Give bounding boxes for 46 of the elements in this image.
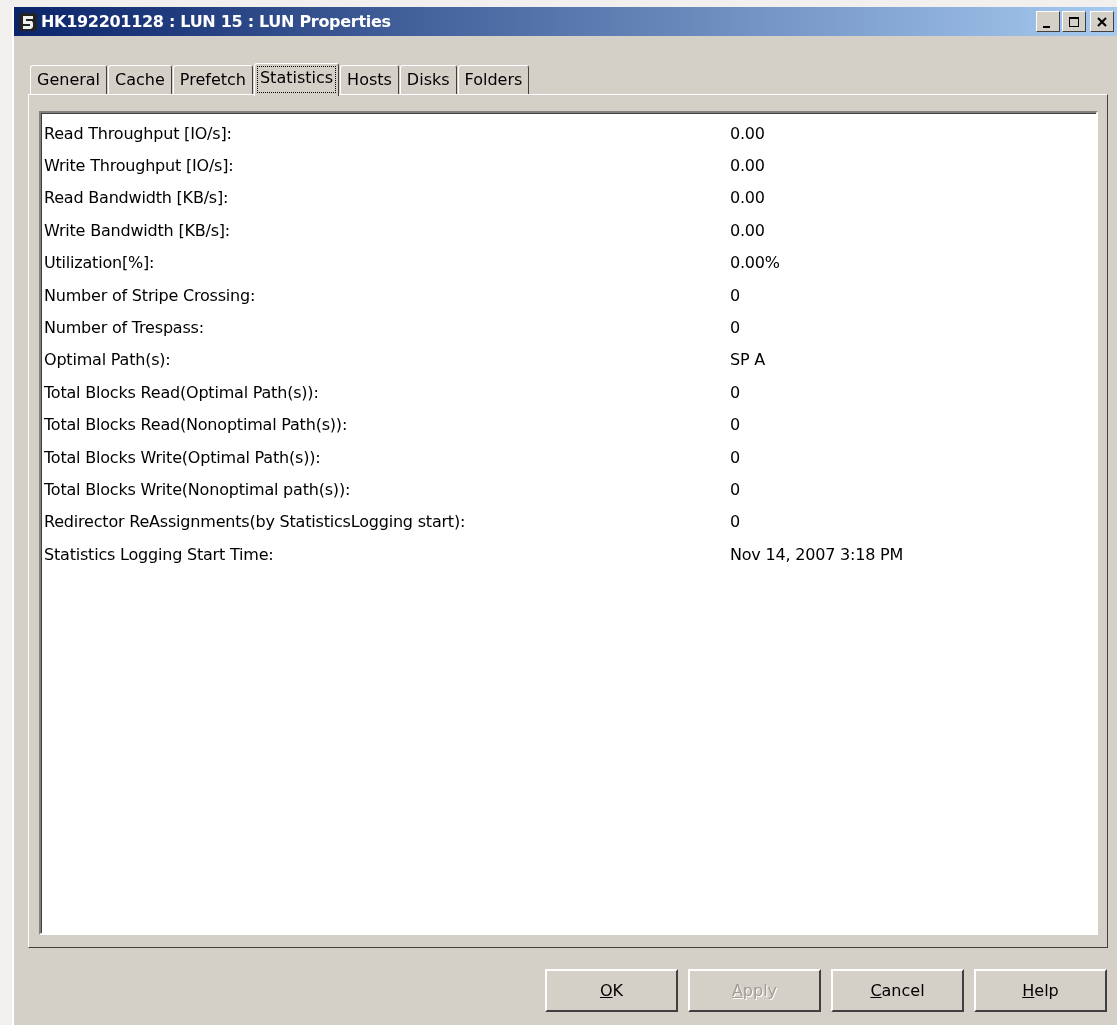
statistic-label: Utilization[%]:	[44, 253, 156, 273]
close-icon	[1096, 15, 1108, 28]
statistic-label: Statistics Logging Start Time:	[44, 544, 275, 564]
dialog-button[interactable]: Cancel	[831, 969, 964, 1012]
statistic-value: 0	[730, 318, 740, 338]
app-icon	[18, 11, 38, 32]
statistic-value: 0	[730, 512, 740, 532]
statistic-label: Redirector ReAssignments(by StatisticsLogging start):	[44, 512, 467, 532]
tab[interactable]: General	[30, 65, 108, 94]
tab[interactable]: Disks	[399, 65, 457, 94]
statistic-value: 0.00%	[730, 253, 780, 273]
statistic-value: 0	[730, 382, 740, 402]
statistic-label: Total Blocks Write(Nonoptimal path(s)):	[44, 480, 352, 499]
window-title: HK192201128 : LUN 15 : LUN Properties	[41, 12, 392, 31]
tab[interactable]: Cache	[108, 65, 172, 94]
statistic-label: Read Bandwidth [KB/s]:	[44, 188, 230, 208]
statistic-label: Number of Trespass:	[44, 318, 205, 338]
statistic-label: Number of Stripe Crossing:	[44, 285, 257, 305]
statistic-value: 0	[730, 415, 740, 435]
statistic-label: Read Throughput [IO/s]:	[44, 123, 233, 143]
maximize-button[interactable]	[1062, 11, 1086, 32]
statistic-value: 0.00	[730, 123, 765, 143]
statistic-value: 0	[730, 285, 740, 305]
statistic-value: 0.00	[730, 188, 765, 208]
tab[interactable]: Hosts	[340, 65, 399, 94]
tab[interactable]: Statistics	[253, 63, 340, 96]
statistic-value: SP A	[730, 350, 766, 370]
minimize-icon	[1043, 25, 1050, 28]
statistic-label: Write Bandwidth [KB/s]:	[44, 220, 232, 240]
statistic-value: 0	[730, 480, 740, 499]
statistic-value: 0	[730, 447, 740, 467]
statistic-label: Write Throughput [IO/s]:	[44, 156, 235, 176]
minimize-button[interactable]	[1036, 11, 1060, 32]
tab[interactable]: Folders	[457, 65, 530, 94]
statistic-value: Nov 14, 2007 3:18 PM	[730, 544, 904, 564]
statistic-value: 0.00	[730, 220, 765, 240]
tab[interactable]: Prefetch	[172, 65, 253, 94]
dialog-button[interactable]: Help	[974, 969, 1107, 1012]
statistic-value: 0.00	[730, 156, 765, 176]
statistic-label: Total Blocks Write(Optimal Path(s)):	[44, 447, 322, 467]
close-button[interactable]	[1090, 11, 1114, 32]
statistic-label: Optimal Path(s):	[44, 350, 172, 370]
statistic-label: Total Blocks Read(Nonoptimal Path(s)):	[44, 415, 349, 435]
dialog-button[interactable]: OK	[545, 969, 678, 1012]
statistic-label: Total Blocks Read(Optimal Path(s)):	[44, 382, 320, 402]
maximize-icon	[1068, 15, 1080, 28]
